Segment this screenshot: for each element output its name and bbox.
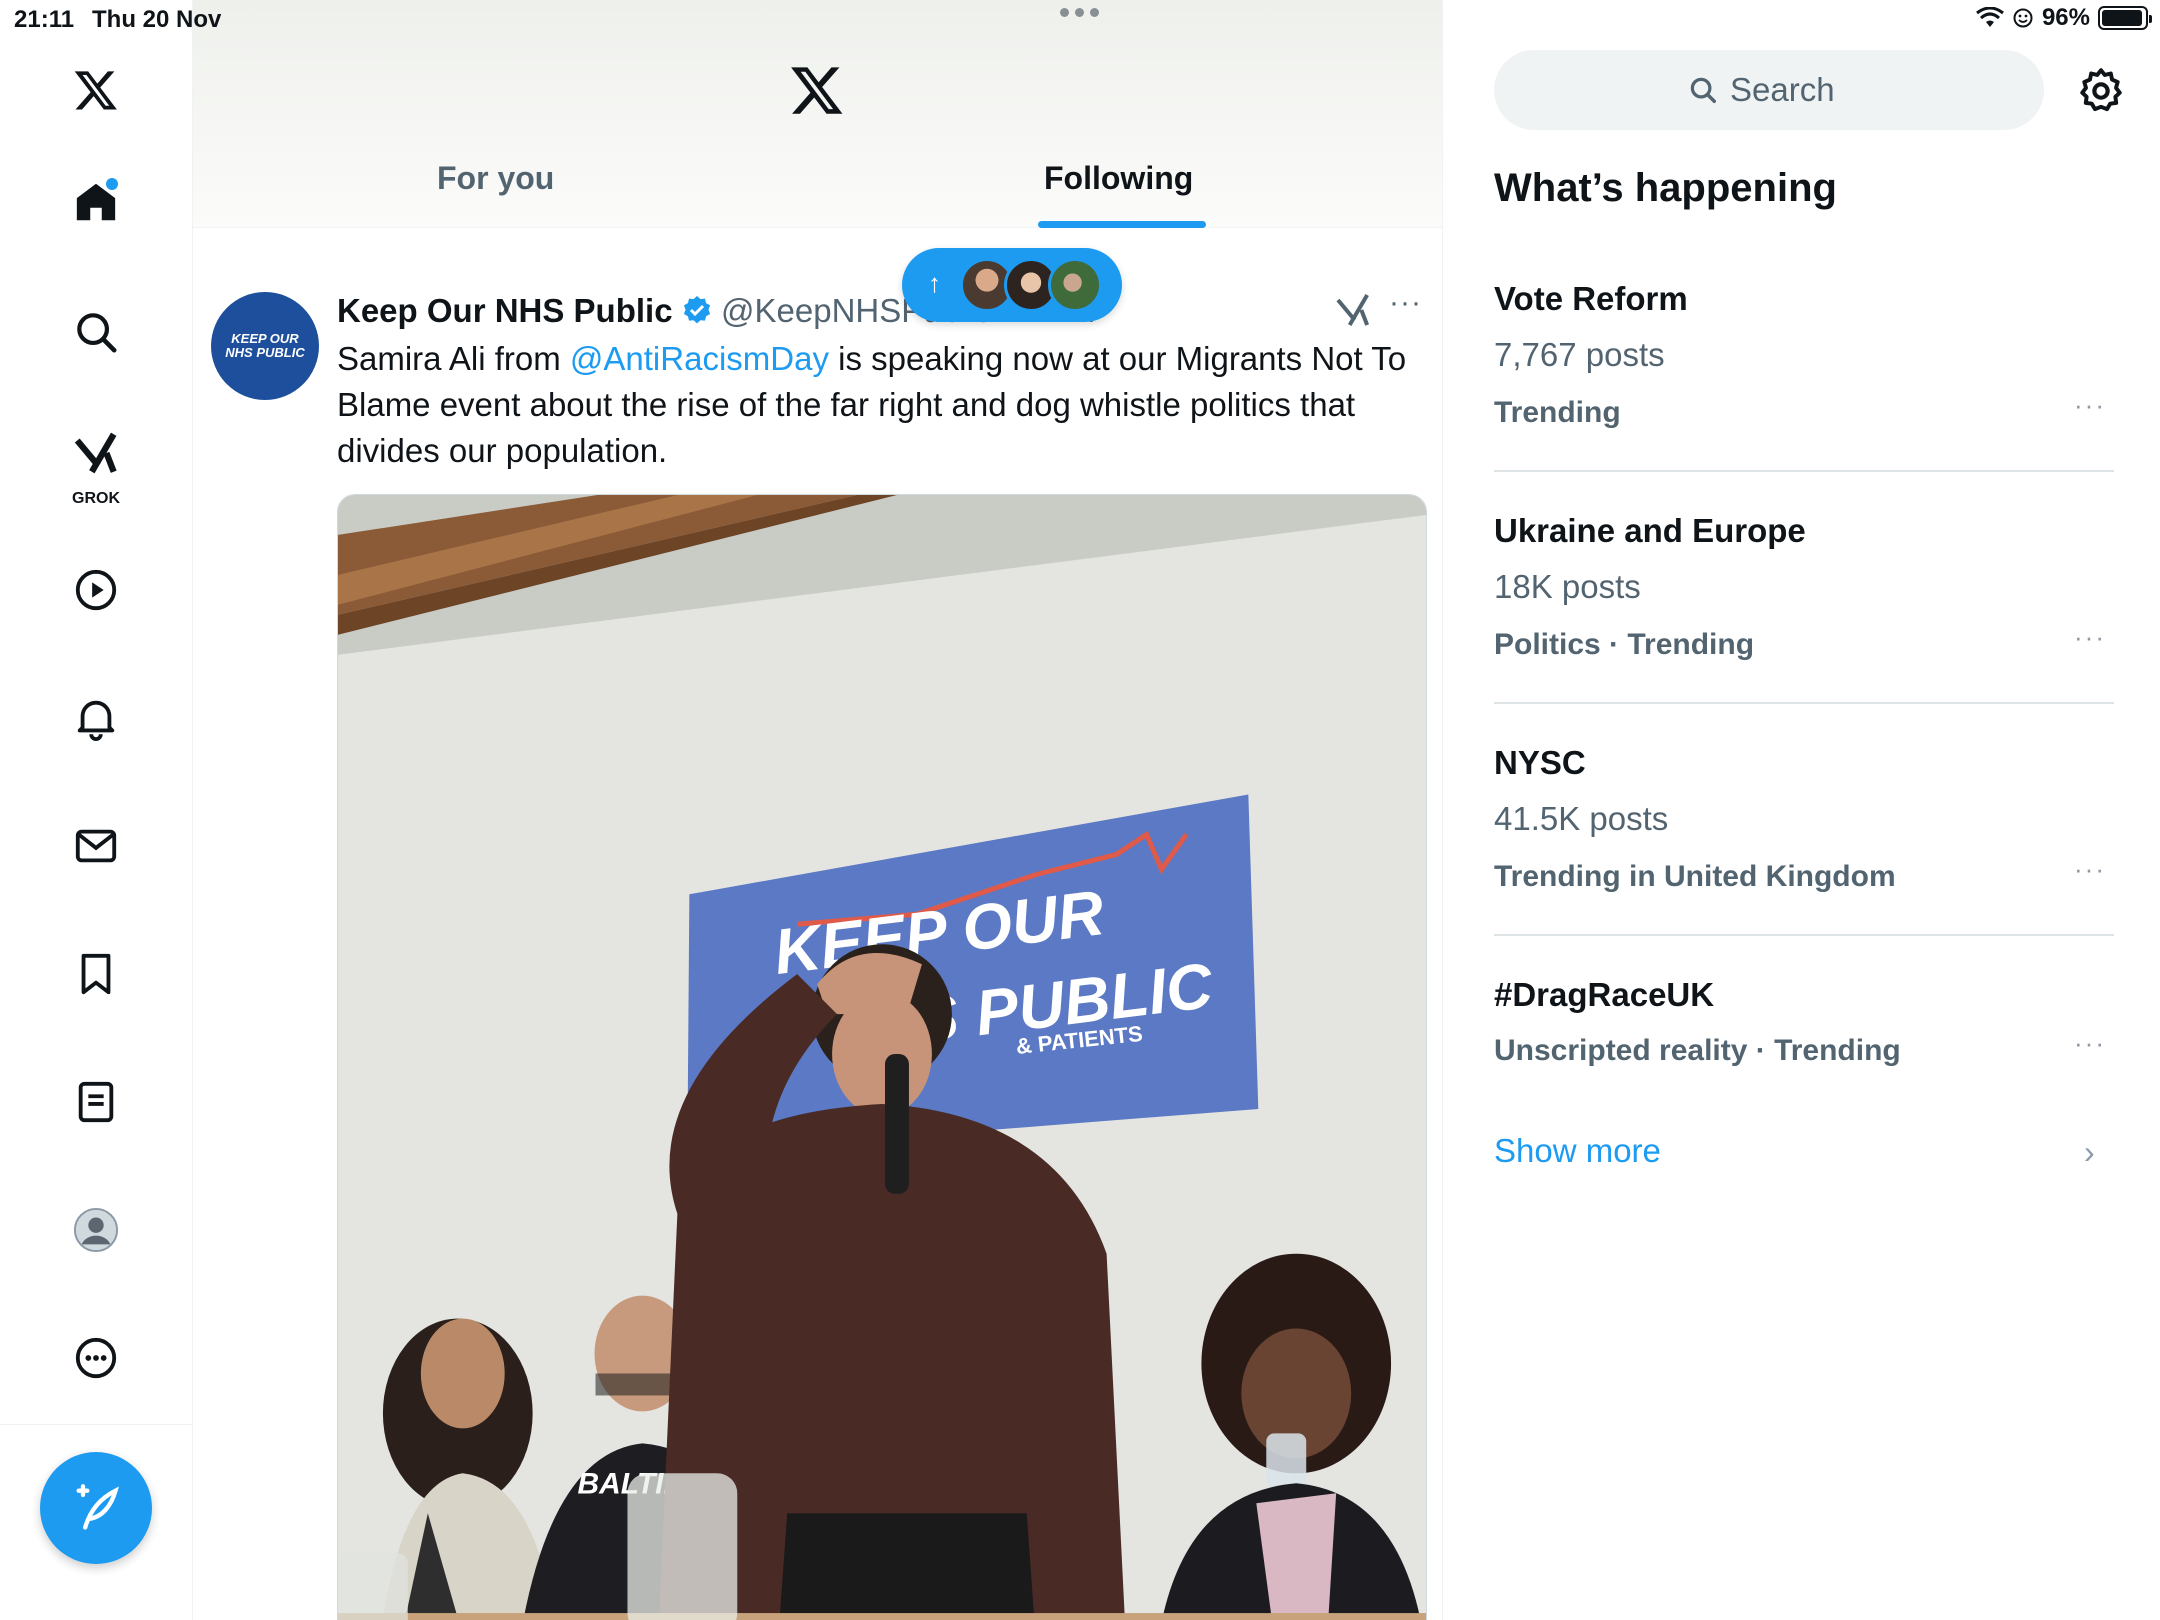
status-time: 21:11: [14, 6, 75, 33]
search-box[interactable]: [1494, 50, 2044, 130]
show-more-link[interactable]: Show more: [1494, 1132, 1661, 1170]
trend-more-icon[interactable]: ···: [2074, 390, 2106, 421]
post[interactable]: KEEP OUR NHS PUBLIC Keep Our NHS Public …: [193, 262, 1442, 1620]
grok-icon[interactable]: GROK: [56, 420, 136, 510]
grok-label: GROK: [72, 490, 120, 507]
x-logo-icon[interactable]: [56, 50, 136, 130]
left-nav: GROK: [0, 0, 193, 1620]
lists-icon[interactable]: [56, 1062, 136, 1142]
divider: [1494, 470, 2114, 472]
arrow-up-icon: ↑: [928, 268, 941, 298]
grok-icon[interactable]: [1333, 290, 1373, 330]
wifi-icon: [1976, 7, 2004, 27]
trend-posts: 7,767 posts: [1494, 336, 1665, 373]
right-sidebar: What’s happening Vote Reform 7,767 posts…: [1444, 0, 2160, 1620]
mention-link[interactable]: @AntiRacismDay: [570, 340, 829, 377]
multitasking-dots-icon[interactable]: [1060, 8, 1099, 17]
trend-title: Ukraine and Europe: [1494, 512, 1806, 549]
search-icon[interactable]: [56, 292, 136, 372]
x-logo-icon[interactable]: [789, 62, 845, 118]
trend-item[interactable]: #DragRaceUK Unscripted reality · Trendin…: [1494, 976, 2114, 1086]
divider: [1494, 934, 2114, 936]
event-photo: KEEP OUR NHS PUBLIC & PATIENTS BALTIMORE: [338, 495, 1426, 1620]
profile-icon[interactable]: [56, 1190, 136, 1270]
trend-title: #DragRaceUK: [1494, 976, 1715, 1013]
trend-meta: Trending: [1494, 396, 1621, 429]
trend-item[interactable]: Vote Reform 7,767 posts Trending ···: [1494, 280, 2114, 440]
author-name[interactable]: Keep Our NHS Public: [337, 292, 673, 330]
post-more-icon[interactable]: ···: [1389, 286, 1422, 320]
search-icon: [1690, 77, 1716, 103]
trend-title: NYSC: [1494, 744, 1586, 781]
trend-posts: 41.5K posts: [1494, 800, 1669, 837]
trend-meta: Trending in United Kingdom: [1494, 860, 1896, 893]
timeline: For you Following ↑ KEEP OUR NHS PUBLIC …: [193, 0, 1443, 1620]
post-text-before: Samira Ali from: [337, 340, 570, 377]
battery-percent: 96%: [2041, 4, 2090, 31]
focus-icon: [2013, 8, 2033, 28]
divider: [1494, 702, 2114, 704]
post-text: Samira Ali from @AntiRacismDay is speaki…: [337, 336, 1417, 474]
chevron-right-icon[interactable]: ›: [2084, 1134, 2095, 1171]
trend-more-icon[interactable]: ···: [2074, 854, 2106, 885]
compose-icon: [76, 1484, 119, 1530]
tab-following[interactable]: Following: [1044, 160, 1193, 197]
sidebar-title: What’s happening: [1494, 166, 1837, 210]
trend-item[interactable]: Ukraine and Europe 18K posts Politics · …: [1494, 512, 2114, 672]
video-icon[interactable]: [56, 550, 136, 630]
avatar: [1048, 258, 1102, 312]
trend-item[interactable]: NYSC 41.5K posts Trending in United King…: [1494, 744, 2114, 904]
more-icon[interactable]: [56, 1318, 136, 1398]
messages-icon[interactable]: [56, 806, 136, 886]
tab-for-you[interactable]: For you: [437, 160, 554, 197]
home-icon[interactable]: [56, 162, 136, 242]
battery-icon: [2098, 6, 2152, 30]
notifications-icon[interactable]: [56, 678, 136, 758]
status-date: Thu 20 Nov: [92, 6, 222, 33]
trend-more-icon[interactable]: ···: [2074, 622, 2106, 653]
new-posts-pill[interactable]: ↑: [902, 248, 1122, 322]
search-input[interactable]: [1730, 71, 1850, 109]
active-tab-indicator: [1038, 221, 1206, 228]
status-indicators: 96%: [1976, 4, 2152, 32]
trend-posts: 18K posts: [1494, 568, 1641, 605]
bookmark-icon[interactable]: [56, 934, 136, 1014]
status-bar: 21:11 Thu 20 Nov 96%: [0, 0, 2160, 40]
trend-meta: Unscripted reality · Trending: [1494, 1034, 1901, 1067]
trend-more-icon[interactable]: ···: [2074, 1028, 2106, 1059]
home-unread-dot: [106, 178, 118, 190]
trend-meta: Politics · Trending: [1494, 628, 1755, 661]
author-avatar[interactable]: KEEP OUR NHS PUBLIC: [211, 292, 319, 400]
avatar-text: NHS PUBLIC: [225, 345, 305, 360]
settings-icon[interactable]: [2076, 66, 2126, 116]
avatar-text: KEEP OUR: [231, 331, 299, 346]
trend-title: Vote Reform: [1494, 280, 1688, 317]
post-image[interactable]: KEEP OUR NHS PUBLIC & PATIENTS BALTIMORE: [337, 494, 1427, 1620]
nav-divider: [0, 1424, 193, 1425]
verified-icon: [683, 296, 711, 324]
compose-button[interactable]: [40, 1452, 152, 1564]
